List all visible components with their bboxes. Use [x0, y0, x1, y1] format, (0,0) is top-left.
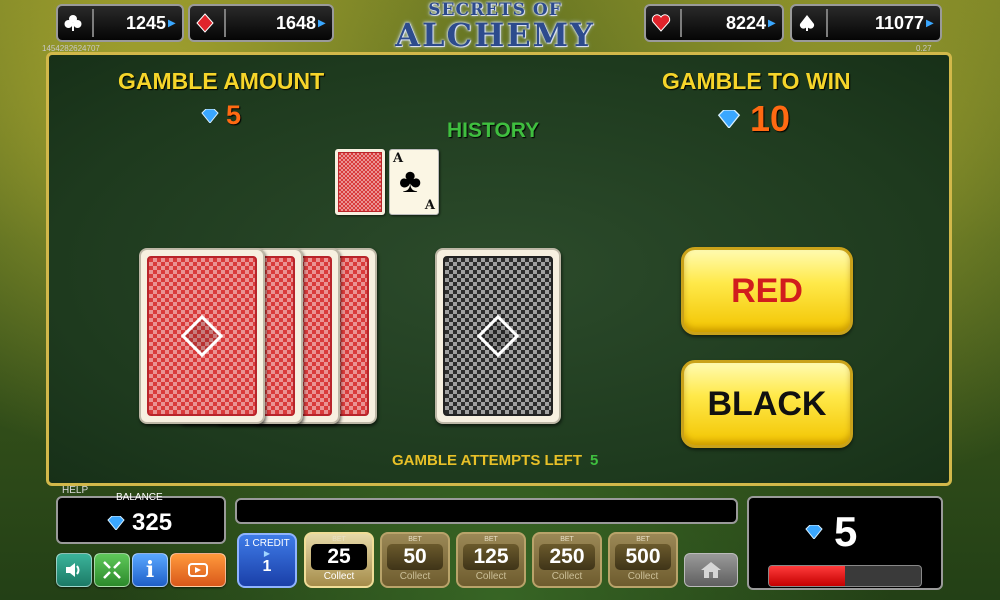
counter-diamonds: 1648 ▶	[188, 4, 334, 42]
clubs-icon: ♣	[399, 162, 422, 200]
gem-icon: ▶	[263, 549, 271, 558]
bet-value: 50	[387, 544, 443, 570]
home-button[interactable]	[684, 553, 738, 587]
info-icon: i	[145, 557, 155, 583]
bet-button-500[interactable]: BET 500 Collect	[608, 532, 678, 588]
credit-value: 1	[262, 558, 272, 575]
gem-icon	[805, 525, 823, 539]
gamble-card	[435, 248, 561, 424]
balance: 325	[106, 509, 172, 537]
credit-button[interactable]: 1 CREDIT ▶ 1	[237, 533, 297, 588]
gem-icon	[201, 108, 219, 123]
game-logo: SECRETS OF ALCHEMY	[395, 0, 595, 54]
attempts-label: GAMBLE ATTEMPTS LEFT	[392, 452, 582, 469]
fullscreen-icon	[103, 561, 121, 579]
autoplay-button[interactable]	[170, 553, 226, 587]
collect-label: Collect	[323, 571, 355, 582]
collect-label: Collect	[399, 571, 431, 582]
gamble-amount: 5	[200, 100, 241, 131]
bet-value: 125	[463, 544, 519, 570]
sound-button[interactable]	[56, 553, 92, 587]
bet-button-25[interactable]: BET 25 Collect	[304, 532, 374, 588]
red-button[interactable]: RED	[681, 247, 853, 335]
gamble-attempts: GAMBLE ATTEMPTS LEFT 5	[392, 452, 598, 469]
bet-button-125[interactable]: BET 125 Collect	[456, 532, 526, 588]
bet-value: 25	[311, 544, 367, 570]
gem-icon	[107, 516, 125, 530]
hearts-icon	[646, 8, 676, 38]
counter-value: 1648	[275, 12, 316, 33]
fullscreen-button[interactable]	[94, 553, 130, 587]
gamble-amount-value: 5	[226, 100, 242, 130]
gem-icon: ▶	[168, 17, 176, 29]
counter-value: 11077	[874, 12, 924, 33]
history-card-ace-clubs: A A ♣	[389, 149, 439, 215]
gem-icon: ▶	[926, 17, 934, 29]
message-bar	[235, 498, 738, 524]
help-link[interactable]: HELP	[62, 485, 88, 496]
gem-icon	[717, 110, 741, 128]
attempts-value: 5	[589, 452, 599, 469]
sound-icon	[66, 563, 80, 577]
collect-label: Collect	[627, 571, 659, 582]
home-icon	[701, 562, 721, 578]
gamble-to-win: 10	[716, 98, 790, 140]
diamonds-icon	[190, 8, 220, 38]
bet-value: 500	[615, 544, 671, 570]
win-value: 5	[834, 508, 858, 555]
counter-clubs: 1245 ▶	[56, 4, 184, 42]
gem-icon: ▶	[318, 17, 326, 29]
balance-value: 325	[132, 509, 173, 536]
collect-label: Collect	[475, 571, 507, 582]
info-button[interactable]: i	[132, 553, 168, 587]
gamble-to-win-value: 10	[750, 98, 791, 139]
balance-label: BALANCE	[116, 492, 163, 503]
black-button[interactable]: BLACK	[681, 360, 853, 448]
counter-spades: 11077 ▶	[790, 4, 942, 42]
credit-label: 1 CREDIT	[244, 538, 290, 549]
gem-icon: ▶	[768, 17, 776, 29]
counter-hearts: 8224 ▶	[644, 4, 784, 42]
autoplay-icon	[188, 563, 208, 577]
history-card-back	[335, 149, 385, 215]
win-amount: 5	[804, 508, 857, 556]
bet-button-250[interactable]: BET 250 Collect	[532, 532, 602, 588]
clubs-icon	[58, 8, 88, 38]
bet-button-50[interactable]: BET 50 Collect	[380, 532, 450, 588]
bet-value: 250	[539, 544, 595, 570]
counter-value: 1245	[125, 12, 166, 33]
deck-top-card	[139, 248, 265, 424]
history-label: HISTORY	[447, 119, 540, 142]
gamble-amount-label: GAMBLE AMOUNT	[118, 68, 325, 94]
gamble-to-win-label: GAMBLE TO WIN	[662, 68, 851, 94]
win-progress-fill	[769, 566, 845, 586]
collect-label: Collect	[551, 571, 583, 582]
win-progress-bar	[768, 565, 922, 587]
counter-value: 8224	[725, 12, 766, 33]
spades-icon	[792, 8, 822, 38]
